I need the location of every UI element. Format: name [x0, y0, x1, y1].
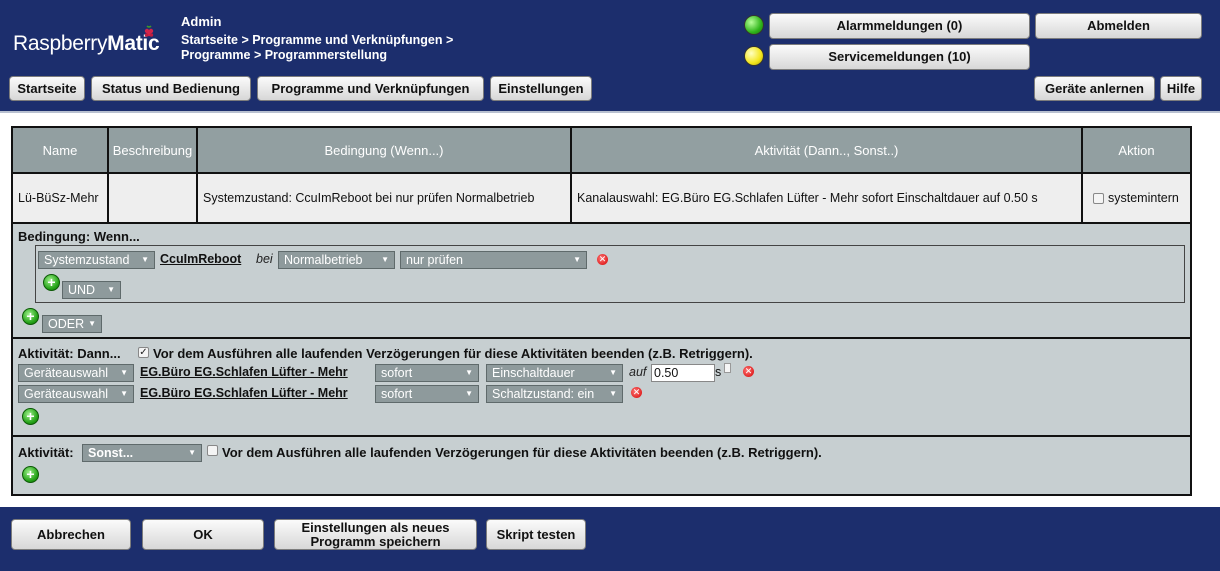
- activity1-type-select[interactable]: Geräteauswahl: [18, 364, 134, 382]
- teach-devices-button[interactable]: Geräte anlernen: [1034, 76, 1155, 101]
- program-condition-summary: Systemzustand: CcuImReboot bei nur prüfe…: [198, 174, 572, 222]
- program-activity-summary: Kanalauswahl: EG.Büro EG.Schlafen Lüfter…: [572, 174, 1083, 222]
- test-script-button[interactable]: Skript testen: [486, 519, 586, 550]
- column-header-description: Beschreibung: [109, 128, 198, 172]
- service-messages-button[interactable]: Servicemeldungen (10): [769, 44, 1030, 70]
- program-name[interactable]: Lü-BüSz-Mehr: [13, 174, 109, 222]
- bei-label: bei: [256, 252, 273, 266]
- save-as-new-line-2: Programm speichern: [310, 533, 441, 549]
- save-as-new-program-button[interactable]: Einstellungen als neues Programm speiche…: [274, 519, 477, 550]
- footer-bar: Abbrechen OK Einstellungen als neues Pro…: [0, 507, 1220, 571]
- activity-then-title: Aktivität: Dann...: [18, 346, 121, 361]
- logout-button[interactable]: Abmelden: [1035, 13, 1202, 39]
- stop-delays-checkbox-then[interactable]: ✓: [138, 347, 149, 358]
- app-window: RaspberryMatic Admin Startseite > Progra…: [0, 0, 1220, 571]
- condition-type-select[interactable]: Systemzustand: [38, 251, 155, 269]
- activity1-value-input[interactable]: [651, 364, 715, 382]
- activity-else-section: Aktivität: Sonst... Vor dem Ausführen al…: [13, 437, 1190, 494]
- activity2-device-link[interactable]: EG.Büro EG.Schlafen Lüfter - Mehr: [140, 386, 348, 400]
- activity1-param-select[interactable]: Einschaltdauer: [486, 364, 623, 382]
- ok-button[interactable]: OK: [142, 519, 264, 550]
- condition-object-link[interactable]: CcuImReboot: [160, 252, 241, 266]
- table-row: Lü-BüSz-Mehr Systemzustand: CcuImReboot …: [13, 174, 1190, 224]
- column-header-action: Aktion: [1118, 142, 1155, 158]
- breadcrumb-line-2[interactable]: Programme > Programmerstellung: [181, 48, 453, 63]
- systemintern-label: systemintern: [1108, 191, 1179, 205]
- stop-delays-checkbox-else[interactable]: [207, 445, 218, 456]
- column-header-condition: Bedingung (Wenn...): [198, 128, 572, 172]
- column-header-name: Name: [13, 128, 109, 172]
- nav-home-button[interactable]: Startseite: [9, 76, 85, 101]
- else-mode-select[interactable]: Sonst...: [82, 444, 202, 462]
- add-activity-icon[interactable]: +: [22, 408, 39, 425]
- user-name: Admin: [181, 14, 222, 29]
- activity2-type-select[interactable]: Geräteauswahl: [18, 385, 134, 403]
- or-operator-select[interactable]: ODER: [42, 315, 102, 333]
- activity2-timing-select[interactable]: sofort: [375, 385, 479, 403]
- add-and-condition-icon[interactable]: +: [43, 274, 60, 291]
- condition-trigger-select[interactable]: nur prüfen: [400, 251, 587, 269]
- header-bar: RaspberryMatic Admin Startseite > Progra…: [0, 0, 1220, 113]
- auf-label: auf: [629, 365, 647, 379]
- activity-else-title: Aktivität:: [18, 445, 74, 460]
- activity1-unit: s: [715, 365, 722, 379]
- activity2-param-select[interactable]: Schaltzustand: ein: [486, 385, 623, 403]
- delete-condition-icon[interactable]: ✕: [597, 254, 608, 265]
- raspberry-icon: [144, 25, 154, 37]
- logo-text-light: Raspberry: [13, 32, 108, 55]
- alarm-messages-button[interactable]: Alarmmeldungen (0): [769, 13, 1030, 39]
- nav-programs-button[interactable]: Programme und Verknüpfungen: [257, 76, 484, 101]
- condition-section: Bedingung: Wenn... Systemzustand CcuImRe…: [13, 224, 1190, 339]
- delete-activity1-icon[interactable]: ✕: [743, 366, 754, 377]
- breadcrumb: Startseite > Programme und Verknüpfungen…: [181, 33, 453, 63]
- column-header-activity: Aktivität (Dann.., Sonst..): [572, 128, 1083, 172]
- activity1-timing-select[interactable]: sofort: [375, 364, 479, 382]
- save-as-new-line-1: Einstellungen als neues: [301, 519, 450, 535]
- condition-value-select[interactable]: Normalbetrieb: [278, 251, 395, 269]
- service-status-led-icon: [744, 46, 764, 66]
- add-or-condition-icon[interactable]: +: [22, 308, 39, 325]
- alarm-status-led-icon: [744, 15, 764, 35]
- nav-settings-button[interactable]: Einstellungen: [490, 76, 592, 101]
- delete-activity2-icon[interactable]: ✕: [631, 387, 642, 398]
- and-operator-select[interactable]: UND: [62, 281, 121, 299]
- breadcrumb-line-1[interactable]: Startseite > Programme und Verknüpfungen…: [181, 33, 453, 48]
- condition-title: Bedingung: Wenn...: [18, 229, 140, 244]
- cancel-button[interactable]: Abbrechen: [11, 519, 131, 550]
- raspberrymatic-logo: RaspberryMatic: [13, 32, 160, 56]
- table-header-row: Name Beschreibung Bedingung (Wenn...) Ak…: [13, 128, 1190, 174]
- add-else-activity-icon[interactable]: +: [22, 466, 39, 483]
- systemintern-checkbox[interactable]: [1093, 192, 1104, 204]
- stop-delays-label-then: Vor dem Ausführen alle laufenden Verzöge…: [153, 346, 753, 361]
- nav-status-button[interactable]: Status und Bedienung: [91, 76, 251, 101]
- stop-delays-label-else: Vor dem Ausführen alle laufenden Verzöge…: [222, 445, 822, 460]
- action-cell: systemintern: [1083, 174, 1190, 222]
- program-description[interactable]: [109, 174, 198, 222]
- help-button[interactable]: Hilfe: [1160, 76, 1202, 101]
- activity1-device-link[interactable]: EG.Büro EG.Schlafen Lüfter - Mehr: [140, 365, 348, 379]
- program-editor-table: Name Beschreibung Bedingung (Wenn...) Ak…: [11, 126, 1192, 496]
- activity-then-section: Aktivität: Dann... ✓ Vor dem Ausführen a…: [13, 339, 1190, 437]
- value-picker-icon[interactable]: [724, 363, 731, 373]
